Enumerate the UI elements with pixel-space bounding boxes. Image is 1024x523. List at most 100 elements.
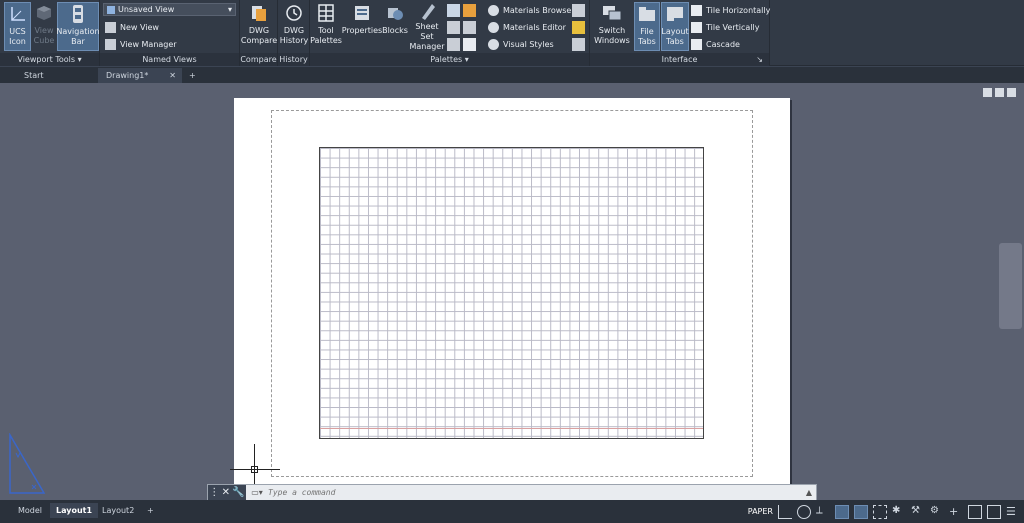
advanced-render-icon[interactable] — [572, 38, 585, 51]
viewport-window-controls — [983, 88, 1016, 97]
file-tabs-button[interactable]: File Tabs — [634, 2, 660, 51]
crosshair-pickbox — [251, 466, 258, 473]
file-tabs-icon — [636, 3, 658, 25]
tab-model[interactable]: Model — [12, 503, 48, 518]
ortho-icon[interactable] — [778, 504, 792, 519]
design-center-icon[interactable] — [463, 4, 476, 17]
new-view-label: New View — [120, 22, 159, 32]
gear-icon[interactable]: ⚙ — [930, 505, 944, 519]
tab-layout1[interactable]: Layout1 — [50, 503, 99, 518]
history-title: History — [278, 53, 309, 66]
dwg-compare-label-2: Compare — [240, 36, 278, 45]
close-icon[interactable]: ✕ — [169, 68, 176, 83]
markup-set-icon[interactable] — [447, 4, 460, 17]
dialog-launcher-icon[interactable]: ↘ — [756, 53, 763, 66]
chevron-down-icon: ▾ — [77, 55, 82, 64]
wrench-icon[interactable]: 🔧 — [232, 487, 244, 498]
ucs-icon-button[interactable]: UCS Icon — [4, 2, 31, 51]
viewport-tools-title-text: Viewport Tools — [17, 55, 76, 64]
annotation-visibility-icon[interactable]: ✱ — [892, 505, 906, 519]
close-icon[interactable] — [1007, 88, 1016, 97]
polar-tracking-icon[interactable] — [797, 504, 811, 519]
restore-icon[interactable] — [995, 88, 1004, 97]
grip-icon[interactable]: ⋮ — [209, 487, 219, 498]
tab-start[interactable]: Start — [16, 68, 96, 83]
tab-layout2[interactable]: Layout2 — [96, 503, 140, 518]
customization-menu-icon[interactable]: ☰ — [1006, 505, 1020, 519]
plus-icon[interactable]: + — [949, 505, 963, 519]
materials-editor-button[interactable]: Materials Editor — [488, 19, 566, 35]
view-manager-label: View Manager — [120, 39, 177, 49]
lights-icon[interactable] — [572, 4, 585, 17]
tile-horizontally-icon — [691, 4, 702, 16]
calculator-icon[interactable] — [447, 38, 460, 51]
isodraft-icon[interactable]: ⟂ — [816, 505, 830, 519]
recent-commands-button[interactable]: ▭▾ — [246, 485, 268, 500]
command-line-controls: ⋮ ✕ 🔧 — [208, 485, 246, 500]
drawing-area[interactable] — [0, 83, 1024, 500]
view-manager-button[interactable]: View Manager — [105, 36, 177, 52]
dwg-compare-label-1: DWG — [248, 26, 270, 35]
tab-layout1-label: Layout1 — [56, 506, 93, 515]
switch-windows-label-2: Windows — [594, 36, 630, 45]
annotation-scale-icon[interactable] — [873, 504, 887, 519]
tab-model-label: Model — [18, 506, 43, 515]
sun-icon[interactable] — [572, 21, 585, 34]
auto-scale-icon[interactable]: ⚒ — [911, 505, 925, 519]
dwg-history-button[interactable]: DWG History — [279, 2, 309, 51]
tile-horizontally-button[interactable]: Tile Horizontally — [691, 2, 770, 18]
viewport-tools-title[interactable]: Viewport Tools ▾ — [0, 53, 99, 66]
tile-vertically-button[interactable]: Tile Vertically — [691, 19, 759, 35]
cascade-icon — [691, 38, 702, 50]
sheet-set-label-1: Sheet Set — [415, 22, 439, 41]
visual-styles-label: Visual Styles — [503, 39, 554, 49]
palettes-title[interactable]: Palettes ▾ — [310, 53, 589, 66]
sheet-set-icon — [416, 2, 438, 20]
switch-windows-button[interactable]: Switch Windows — [593, 2, 631, 51]
dwg-compare-icon — [248, 2, 270, 24]
blocks-label: Blocks — [382, 26, 408, 35]
tab-drawing1[interactable]: Drawing1* ✕ — [98, 68, 182, 83]
view-cube-label-2: Cube — [33, 36, 55, 45]
command-prompt-icon: ▭▾ — [251, 488, 263, 497]
switch-windows-icon — [601, 2, 623, 24]
add-layout-button[interactable]: + — [141, 503, 160, 518]
selection-cycling-icon[interactable] — [854, 504, 868, 519]
new-view-button[interactable]: New View — [105, 19, 159, 35]
chevron-up-icon[interactable]: ▲ — [802, 488, 816, 497]
properties-button[interactable]: Properties — [342, 2, 382, 51]
external-references-icon[interactable] — [463, 21, 476, 34]
cascade-button[interactable]: Cascade — [691, 36, 740, 52]
minimize-icon[interactable] — [983, 88, 992, 97]
view-cube-button[interactable]: View Cube — [32, 2, 56, 51]
named-view-dropdown[interactable]: Unsaved View ▾ — [103, 3, 236, 16]
layout-paper[interactable] — [234, 98, 790, 487]
layout-tabs-button[interactable]: Layout Tabs — [661, 2, 689, 51]
navigation-bar-button[interactable]: Navigation Bar — [56, 2, 100, 51]
blocks-icon — [384, 2, 406, 24]
plus-icon: + — [189, 71, 196, 80]
navigation-bar-label-2: Bar — [71, 37, 85, 46]
fullscreen-icon[interactable] — [987, 504, 1001, 519]
paper-space-toggle[interactable]: PAPER — [748, 507, 773, 516]
materials-browser-button[interactable]: Materials Browser — [488, 2, 575, 18]
tool-palettes-label-2: Palettes — [310, 36, 342, 45]
blocks-button[interactable]: Blocks — [382, 2, 408, 51]
sheet-set-manager-button[interactable]: Sheet Set Manager — [409, 2, 445, 51]
tool-palettes-button[interactable]: Tool Palettes — [310, 2, 342, 51]
viewport-grid[interactable] — [319, 147, 704, 439]
visual-styles-button[interactable]: Visual Styles — [488, 36, 554, 52]
dwg-compare-button[interactable]: DWG Compare — [241, 2, 277, 51]
history-title-text: History — [279, 55, 308, 64]
materials-editor-label: Materials Editor — [503, 22, 566, 32]
add-tab-button[interactable]: + — [184, 68, 200, 83]
quickcalc-icon[interactable] — [447, 21, 460, 34]
command-line: ⋮ ✕ 🔧 ▭▾ ▲ — [207, 484, 817, 501]
close-icon[interactable]: ✕ — [222, 487, 230, 498]
isolate-objects-icon[interactable] — [968, 504, 982, 519]
command-input[interactable] — [268, 485, 802, 500]
named-view-icon — [107, 5, 115, 14]
object-snap-icon[interactable] — [835, 504, 849, 519]
navigation-bar[interactable] — [999, 243, 1022, 329]
lock-icon[interactable] — [463, 38, 476, 51]
